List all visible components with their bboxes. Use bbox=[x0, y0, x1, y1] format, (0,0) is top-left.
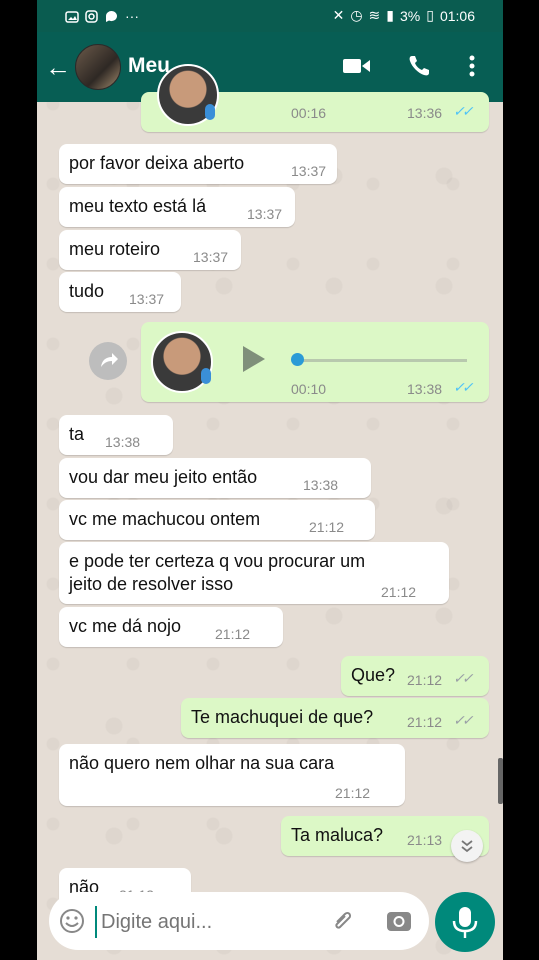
camera-icon[interactable] bbox=[385, 908, 413, 939]
message-text: vc me machucou ontem bbox=[69, 509, 261, 529]
clock: 01:06 bbox=[439, 7, 475, 24]
message-time: 13:37 bbox=[291, 163, 327, 179]
paperclip-icon[interactable] bbox=[329, 908, 355, 939]
mute-icon: ✕ bbox=[332, 7, 345, 23]
signal-icon: ▮ bbox=[386, 7, 394, 23]
message-input[interactable] bbox=[95, 906, 333, 938]
list-item[interactable]: por favor deixa aberto 13:37 bbox=[59, 144, 337, 184]
scrollbar-thumb[interactable] bbox=[498, 758, 503, 804]
delivered-ticks-icon: ✓✓ bbox=[453, 712, 474, 728]
message-time: 21:12 bbox=[309, 519, 345, 535]
gallery-notification-icon bbox=[65, 10, 79, 23]
message-text-line1: e pode ter certeza q vou procurar um bbox=[69, 551, 366, 571]
play-button-icon[interactable] bbox=[243, 346, 265, 372]
message-time: 13:38 bbox=[407, 381, 443, 397]
message-text: não quero nem olhar na sua cara bbox=[69, 753, 335, 773]
microphone-icon bbox=[452, 907, 478, 938]
audio-message[interactable]: 00:16 13:36 ✓✓ bbox=[141, 64, 489, 132]
message-time: 21:12 bbox=[381, 584, 417, 600]
more-options-icon[interactable] bbox=[469, 54, 475, 83]
message-time: 21:12 bbox=[335, 785, 371, 801]
list-item[interactable]: meu texto está lá 13:37 bbox=[59, 187, 295, 227]
message-composer bbox=[49, 892, 429, 950]
message-time: 13:38 bbox=[105, 434, 141, 450]
audio-message[interactable]: 00:10 13:38 ✓✓ bbox=[141, 322, 489, 402]
read-ticks-icon: ✓✓ bbox=[453, 379, 474, 395]
message-text: tudo bbox=[69, 281, 105, 301]
list-item[interactable]: vou dar meu jeito então 13:38 bbox=[59, 458, 371, 498]
list-item[interactable]: não quero nem olhar na sua cara 21:12 bbox=[59, 744, 405, 806]
message-text: meu roteiro bbox=[69, 239, 161, 259]
more-notifications-icon: ··· bbox=[125, 8, 139, 24]
list-item[interactable]: tudo 13:37 bbox=[59, 272, 181, 312]
forward-icon bbox=[101, 353, 118, 367]
message-text: Que? bbox=[351, 665, 396, 685]
message-text: meu texto está lá bbox=[69, 196, 207, 216]
list-item[interactable]: Te machuquei de que? 21:12 ✓✓ bbox=[181, 698, 489, 738]
list-item[interactable]: vc me machucou ontem 21:12 bbox=[59, 500, 375, 540]
message-notification-icon bbox=[105, 10, 117, 22]
message-time: 21:12 bbox=[215, 626, 251, 642]
message-time: 21:12 bbox=[407, 672, 443, 688]
list-item[interactable]: meu roteiro 13:37 bbox=[59, 230, 241, 270]
emoji-icon[interactable] bbox=[59, 908, 85, 939]
message-text: por favor deixa aberto bbox=[69, 153, 245, 173]
message-time: 13:37 bbox=[193, 249, 229, 265]
chevron-double-down-icon bbox=[461, 840, 473, 853]
back-arrow-icon[interactable]: ← bbox=[45, 54, 71, 80]
message-list[interactable]: 00:16 13:36 ✓✓ por favor deixa aberto 13… bbox=[37, 64, 503, 908]
phone-call-icon[interactable] bbox=[407, 54, 431, 83]
delivered-ticks-icon: ✓✓ bbox=[453, 670, 474, 686]
message-time: 13:37 bbox=[129, 291, 165, 307]
message-text: ta bbox=[69, 424, 85, 444]
message-time: 21:12 bbox=[407, 714, 443, 730]
message-text: Te machuquei de que? bbox=[191, 707, 374, 727]
list-item[interactable]: e pode ter certeza q vou procurar um jei… bbox=[59, 542, 449, 604]
message-text: vc me dá nojo bbox=[69, 616, 182, 636]
audio-progress-handle[interactable] bbox=[291, 353, 304, 366]
microphone-icon bbox=[205, 104, 215, 120]
list-item[interactable]: Que? 21:12 ✓✓ bbox=[341, 656, 489, 696]
scroll-to-bottom-button[interactable] bbox=[451, 830, 483, 862]
video-call-icon[interactable] bbox=[343, 57, 371, 80]
message-text: Ta maluca? bbox=[291, 825, 384, 845]
chat-screen: ··· ✕ ◷ ≋ ▮ 3% ▯ 01:06 ← Meu 00:16 13:36… bbox=[37, 0, 503, 960]
read-ticks-icon: ✓✓ bbox=[453, 103, 474, 119]
audio-duration: 00:10 bbox=[291, 381, 327, 397]
record-voice-button[interactable] bbox=[435, 892, 495, 952]
message-time: 13:38 bbox=[303, 477, 339, 493]
list-item[interactable]: vc me dá nojo 21:12 bbox=[59, 607, 283, 647]
contact-avatar[interactable] bbox=[75, 44, 121, 90]
message-time: 21:13 bbox=[407, 832, 443, 848]
status-bar: ··· ✕ ◷ ≋ ▮ 3% ▯ 01:06 bbox=[37, 0, 503, 32]
wifi-icon: ≋ bbox=[368, 7, 381, 23]
microphone-icon bbox=[201, 368, 211, 384]
audio-progress-track[interactable] bbox=[297, 359, 467, 362]
instagram-notification-icon bbox=[85, 10, 98, 23]
audio-duration: 00:16 bbox=[291, 105, 327, 121]
message-text-line2: jeito de resolver isso bbox=[69, 574, 234, 594]
message-time: 13:37 bbox=[247, 206, 283, 222]
battery-icon: ▯ bbox=[426, 7, 434, 23]
message-text: vou dar meu jeito então bbox=[69, 467, 258, 487]
alarm-icon: ◷ bbox=[350, 7, 363, 23]
forward-button[interactable] bbox=[89, 342, 127, 380]
list-item[interactable]: ta 13:38 bbox=[59, 415, 173, 455]
message-time: 13:36 bbox=[407, 105, 443, 121]
battery-percent: 3% bbox=[400, 7, 421, 24]
